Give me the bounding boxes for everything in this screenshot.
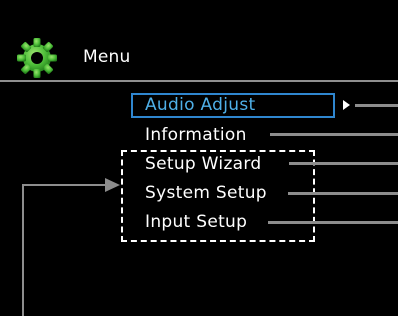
group-pointer-horizontal — [22, 184, 108, 186]
leader-line-audio-adjust — [355, 104, 398, 107]
menu-title: Menu — [83, 47, 131, 67]
setup-group-box — [121, 150, 315, 242]
menu-item-information[interactable]: Information — [145, 125, 247, 145]
menu-item-audio-adjust[interactable]: Audio Adjust — [145, 95, 255, 115]
leader-line-system-setup — [288, 192, 398, 195]
group-pointer-vertical — [22, 184, 24, 316]
leader-line-setup-wizard — [289, 162, 398, 165]
group-pointer-arrow-icon — [105, 178, 120, 192]
leader-line-input-setup — [268, 221, 398, 224]
submenu-arrow-icon — [343, 100, 350, 110]
menu-screen: Menu Audio Adjust Information Setup Wiza… — [0, 0, 398, 316]
menu-header: Menu — [0, 0, 398, 82]
header-divider — [0, 80, 398, 82]
leader-line-information — [270, 133, 398, 136]
gear-icon — [17, 38, 57, 78]
